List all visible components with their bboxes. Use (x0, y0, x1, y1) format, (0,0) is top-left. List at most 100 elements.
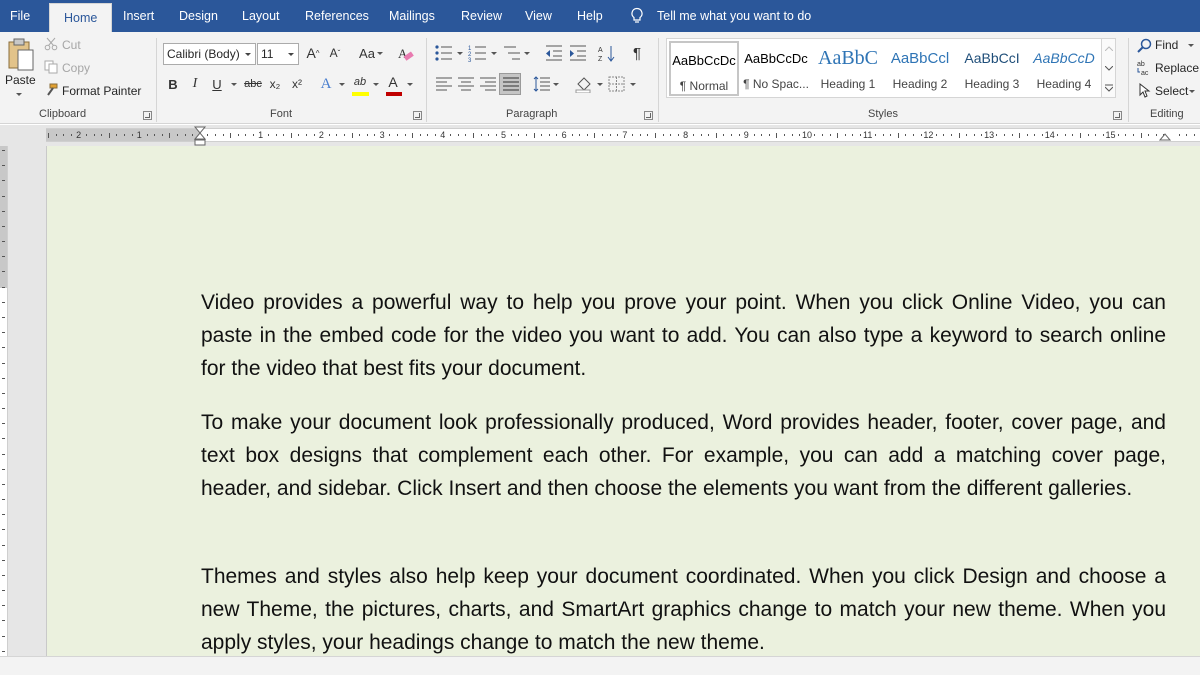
font-color-caret[interactable] (407, 83, 413, 86)
style-heading-1[interactable]: AaBbC Heading 1 (813, 41, 883, 96)
font-family-select[interactable]: Calibri (Body) (163, 43, 256, 65)
right-indent-marker-icon[interactable] (1159, 132, 1171, 141)
horizontal-ruler[interactable]: 2 1 1 2 3 4 5 6 7 8 9 10 11 12 13 14 15 (46, 128, 1200, 142)
tell-me-search[interactable]: Tell me what you want to do (657, 0, 811, 32)
gallery-scroll-down[interactable] (1101, 59, 1115, 79)
style-heading-3[interactable]: AaBbCcI Heading 3 (957, 41, 1027, 96)
shrink-font-label: A (329, 46, 338, 60)
tab-view[interactable]: View (525, 0, 552, 32)
bullets-icon[interactable] (434, 44, 454, 62)
decrease-indent-icon[interactable] (544, 44, 564, 62)
tab-help[interactable]: Help (577, 0, 603, 32)
style-heading-2[interactable]: AaBbCcl Heading 2 (885, 41, 955, 96)
sort-icon[interactable]: AZ (598, 44, 616, 62)
italic-button[interactable]: I (185, 74, 205, 94)
style-name: Heading 2 (892, 77, 948, 91)
tab-design[interactable]: Design (179, 0, 218, 32)
increase-indent-icon[interactable] (568, 44, 588, 62)
replace-button[interactable]: Replace (1155, 61, 1199, 75)
paste-icon[interactable] (6, 38, 36, 72)
ribbon-home: Paste Cut Copy Format Painter Clipboard … (0, 32, 1200, 124)
ruler-tick (2, 195, 5, 197)
show-formatting-marks-button[interactable]: ¶ (627, 43, 647, 63)
multilevel-list-icon[interactable] (502, 44, 522, 62)
paste-button[interactable]: Paste (5, 73, 36, 87)
font-size-select[interactable]: 11 (257, 43, 299, 65)
tab-home[interactable]: Home (49, 3, 113, 32)
ruler-tick (784, 134, 785, 136)
shading-caret[interactable] (597, 83, 603, 86)
align-left-icon[interactable] (435, 76, 453, 92)
justify-button[interactable] (499, 73, 521, 95)
clear-formatting-icon[interactable]: A (397, 45, 415, 63)
body-paragraph[interactable]: Themes and styles also help keep your do… (201, 560, 1166, 656)
body-paragraph[interactable]: Video provides a powerful way to help yo… (201, 286, 1166, 385)
underline-caret[interactable] (231, 83, 237, 86)
font-color-button[interactable]: A (383, 74, 405, 96)
borders-caret[interactable] (630, 83, 636, 86)
style-heading-4[interactable]: AaBbCcD Heading 4 (1029, 41, 1099, 96)
superscript-button[interactable]: x² (287, 74, 307, 94)
styles-dialog-launcher[interactable] (1113, 111, 1122, 120)
ruler-tick (1057, 134, 1059, 136)
clipboard-dialog-launcher[interactable] (143, 111, 152, 120)
ruler-tick (343, 134, 345, 136)
chevron-down-icon[interactable] (241, 44, 255, 64)
chevron-up-icon (1105, 46, 1113, 51)
text-effects-button[interactable]: A (316, 74, 336, 94)
style-name: ¶ Normal (679, 79, 729, 93)
gallery-scroll-up[interactable] (1101, 39, 1115, 59)
subscript-button[interactable]: x₂ (265, 74, 285, 94)
ruler-number: 14 (1044, 130, 1055, 140)
gallery-more[interactable] (1101, 79, 1115, 97)
tab-file[interactable]: File (10, 0, 30, 32)
find-button[interactable]: Find (1155, 38, 1178, 52)
shrink-font-button[interactable]: Aˇ (325, 43, 345, 63)
indent-marker-icon[interactable] (194, 126, 206, 146)
grow-font-button[interactable]: A ^ (303, 43, 323, 63)
paste-dropdown-caret[interactable] (16, 93, 22, 96)
change-case-caret[interactable] (377, 52, 383, 55)
borders-icon[interactable] (608, 76, 626, 92)
line-spacing-icon[interactable] (533, 76, 551, 92)
ruler-tick (389, 134, 391, 136)
font-dialog-launcher[interactable] (413, 111, 422, 120)
underline-button[interactable]: U (207, 74, 227, 94)
chevron-down-icon[interactable] (284, 44, 298, 64)
cut-button[interactable]: Cut (62, 38, 81, 52)
numbering-caret[interactable] (491, 52, 497, 55)
align-right-icon[interactable] (479, 76, 497, 92)
bullets-caret[interactable] (457, 52, 463, 55)
tab-mailings[interactable]: Mailings (389, 0, 435, 32)
bold-button[interactable]: B (163, 74, 183, 94)
body-paragraph[interactable]: To make your document look professionall… (201, 406, 1166, 505)
strikethrough-button[interactable]: abc (241, 74, 265, 94)
multilevel-caret[interactable] (524, 52, 530, 55)
highlight-button[interactable]: ab (350, 74, 372, 96)
lightbulb-icon[interactable] (630, 7, 644, 25)
line-spacing-caret[interactable] (553, 83, 559, 86)
shading-icon[interactable] (574, 75, 594, 93)
tab-insert[interactable]: Insert (123, 0, 154, 32)
ruler-tick (730, 134, 732, 136)
tab-layout[interactable]: Layout (242, 0, 280, 32)
document-page[interactable]: Video provides a powerful way to help yo… (46, 146, 1200, 656)
tab-review[interactable]: Review (461, 0, 502, 32)
ruler-tick (207, 134, 209, 136)
select-caret[interactable] (1189, 90, 1195, 93)
align-center-icon[interactable] (457, 76, 475, 92)
text-effects-caret[interactable] (339, 83, 345, 86)
highlight-caret[interactable] (373, 83, 379, 86)
paragraph-dialog-launcher[interactable] (644, 111, 653, 120)
format-painter-button[interactable]: Format Painter (62, 84, 141, 98)
find-caret[interactable] (1188, 44, 1194, 47)
numbering-icon[interactable]: 1 2 3 (468, 44, 488, 62)
vertical-ruler[interactable] (0, 146, 8, 658)
style-normal[interactable]: AaBbCcDc ¶ Normal (669, 41, 739, 96)
select-button[interactable]: Select (1155, 84, 1188, 98)
copy-button[interactable]: Copy (62, 61, 90, 75)
style-no-spacing[interactable]: AaBbCcDc ¶ No Spac... (741, 41, 811, 96)
tab-references[interactable]: References (305, 0, 369, 32)
ruler-tick (700, 134, 702, 136)
group-separator (1128, 38, 1129, 122)
